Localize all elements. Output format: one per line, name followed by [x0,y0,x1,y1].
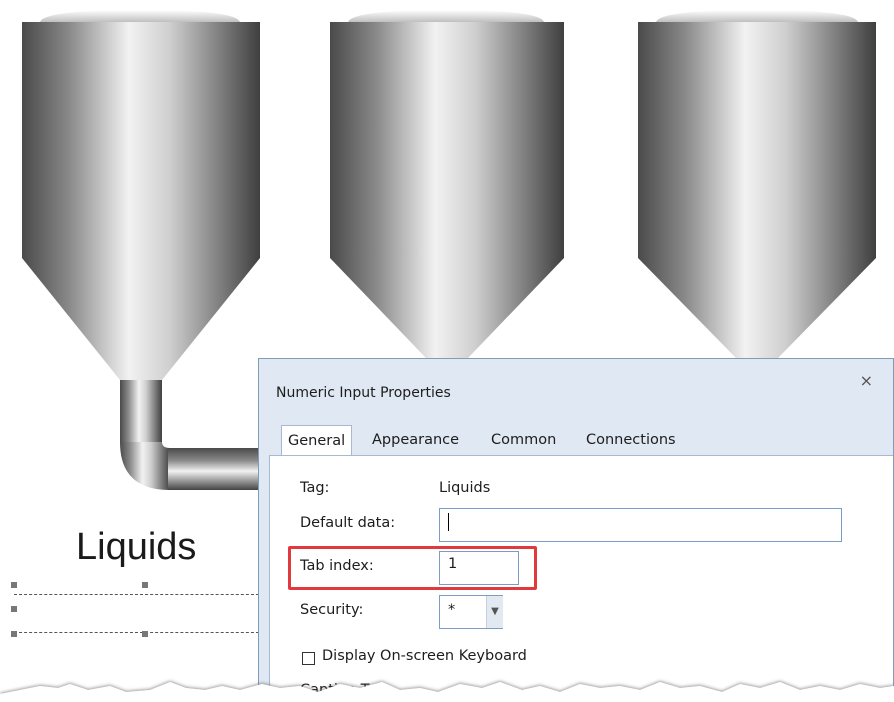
tab-index-label: Tab index: [300,558,374,574]
silo-3 [638,10,876,358]
resize-handle[interactable] [142,582,148,588]
tag-label: Tag: [300,480,330,496]
resize-handle[interactable] [11,582,17,588]
security-label: Security: [300,602,364,618]
tab-general[interactable]: General [281,425,353,456]
tab-index-input[interactable]: 1 [439,551,519,585]
torn-edge [0,682,894,702]
tab-common[interactable]: Common [491,425,556,455]
silo-2 [330,10,564,358]
liquids-caption: Liquids [76,526,197,568]
tag-value: Liquids [439,480,491,496]
resize-handle[interactable] [11,606,17,612]
numeric-input-properties-dialog: Numeric Input Properties × General Appea… [258,358,894,702]
default-data-input[interactable] [439,508,842,542]
default-data-label: Default data: [300,515,396,531]
resize-handle[interactable] [11,631,17,637]
tab-appearance[interactable]: Appearance [372,425,459,455]
close-icon[interactable]: × [860,371,873,390]
resize-handle[interactable] [142,631,148,637]
dialog-title: Numeric Input Properties [276,385,451,401]
chevron-down-icon[interactable]: ▼ [486,596,503,628]
pipe-elbow [120,392,260,490]
selection-box[interactable] [14,594,264,633]
tab-bar: General Appearance Common Connections [271,425,893,456]
silo-1 [22,10,260,392]
tab-connections[interactable]: Connections [586,425,676,455]
text-caret [448,513,449,531]
